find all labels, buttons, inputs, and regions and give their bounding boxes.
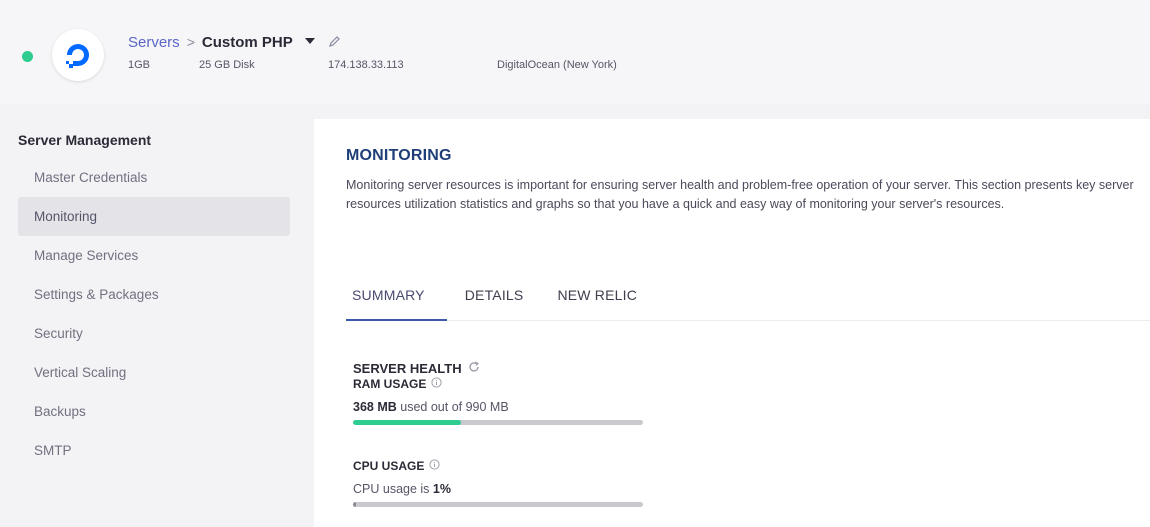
ram-usage-value: 368 MB used out of 990 MB bbox=[353, 400, 509, 414]
sidebar-item-security[interactable]: Security bbox=[18, 314, 290, 353]
server-header: Servers > Custom PHP 1GB 25 GB Disk 174.… bbox=[0, 0, 1150, 104]
breadcrumb-servers-link[interactable]: Servers bbox=[128, 34, 180, 51]
sidebar: Server Management Master Credentials Mon… bbox=[0, 104, 312, 527]
cpu-usage-bar-fill bbox=[353, 502, 356, 507]
sidebar-item-backups[interactable]: Backups bbox=[18, 392, 290, 431]
page-title: MONITORING bbox=[346, 147, 452, 164]
sidebar-item-settings-packages[interactable]: Settings & Packages bbox=[18, 275, 290, 314]
breadcrumb: Servers > Custom PHP bbox=[128, 32, 340, 52]
ram-usage-label: RAM USAGE bbox=[353, 377, 427, 391]
server-name: Custom PHP bbox=[201, 33, 293, 51]
cpu-usage-percent: 1% bbox=[432, 482, 451, 496]
refresh-icon[interactable] bbox=[468, 361, 480, 376]
ram-usage-bar bbox=[353, 420, 643, 425]
server-status-indicator bbox=[22, 51, 33, 62]
cpu-usage-heading: CPU USAGE bbox=[353, 459, 440, 473]
ram-usage-bar-fill bbox=[353, 420, 461, 425]
server-ram: 1GB bbox=[128, 59, 151, 71]
tab-details[interactable]: DETAILS bbox=[461, 283, 528, 321]
sidebar-item-monitoring[interactable]: Monitoring bbox=[18, 197, 290, 236]
ram-usage-heading: RAM USAGE bbox=[353, 377, 442, 391]
ram-used-suffix: used out of 990 MB bbox=[400, 400, 509, 414]
server-health-label: SERVER HEALTH bbox=[353, 361, 462, 376]
sidebar-item-manage-services[interactable]: Manage Services bbox=[18, 236, 290, 275]
cpu-usage-label: CPU USAGE bbox=[353, 459, 425, 473]
ram-info-icon[interactable] bbox=[431, 377, 442, 391]
server-health-heading: SERVER HEALTH bbox=[353, 361, 480, 376]
sidebar-item-master-credentials[interactable]: Master Credentials bbox=[18, 158, 290, 197]
server-meta: 1GB 25 GB Disk 174.138.33.113 DigitalOce… bbox=[128, 59, 617, 71]
monitoring-panel: MONITORING Monitoring server resources i… bbox=[314, 119, 1150, 527]
tab-summary[interactable]: SUMMARY bbox=[346, 283, 447, 321]
edit-server-name-pencil-icon[interactable] bbox=[328, 34, 340, 51]
tab-new-relic[interactable]: NEW RELIC bbox=[553, 283, 641, 321]
server-ip: 174.138.33.113 bbox=[328, 59, 404, 71]
server-switcher-chevron-down-icon[interactable] bbox=[304, 38, 315, 44]
sidebar-nav: Master Credentials Monitoring Manage Ser… bbox=[18, 158, 290, 470]
sidebar-item-vertical-scaling[interactable]: Vertical Scaling bbox=[18, 353, 290, 392]
cpu-usage-bar bbox=[353, 502, 643, 507]
page-description: Monitoring server resources is important… bbox=[346, 178, 1134, 211]
cpu-usage-value: CPU usage is 1% bbox=[353, 482, 451, 496]
cpu-usage-prefix: CPU usage is bbox=[353, 482, 430, 496]
sidebar-heading: Server Management bbox=[18, 132, 152, 148]
breadcrumb-separator: > bbox=[186, 34, 195, 50]
server-disk: 25 GB Disk bbox=[199, 59, 255, 71]
ram-used-amount: 368 MB bbox=[353, 400, 397, 414]
server-provider: DigitalOcean (New York) bbox=[497, 59, 617, 71]
cpu-info-icon[interactable] bbox=[429, 459, 440, 473]
sidebar-item-smtp[interactable]: SMTP bbox=[18, 431, 290, 470]
digitalocean-logo-icon bbox=[52, 29, 104, 81]
monitoring-tabs: SUMMARY DETAILS NEW RELIC bbox=[346, 283, 1150, 321]
